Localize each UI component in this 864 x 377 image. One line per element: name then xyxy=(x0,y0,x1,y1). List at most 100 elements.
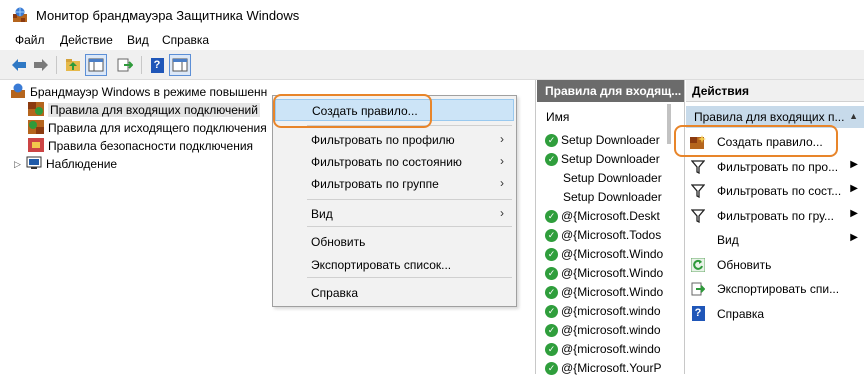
list-item[interactable]: Setup Downloader xyxy=(545,188,670,206)
list-item[interactable]: ✓ @{Microsoft.Todos xyxy=(545,226,670,244)
outbound-rules-icon xyxy=(28,119,44,137)
enabled-check-icon: ✓ xyxy=(545,323,558,337)
menu-separator xyxy=(307,277,512,278)
action-label: Фильтровать по гру... xyxy=(717,208,834,223)
inbound-rules-icon xyxy=(28,101,44,119)
action-export-list[interactable]: Экспортировать спи... xyxy=(690,280,860,298)
enabled-check-icon: ✓ xyxy=(545,247,558,261)
actions-title: Действия xyxy=(692,84,750,98)
list-pane-title: Правила для входящ... xyxy=(545,84,682,98)
submenu-arrow-icon: › xyxy=(500,206,504,220)
submenu-arrow-icon: › xyxy=(500,132,504,146)
tree-item-outbound-rules[interactable]: Правила для исходящего подключения xyxy=(28,119,267,137)
list-item[interactable]: ✓ Setup Downloader xyxy=(545,131,670,149)
toolbar-separator xyxy=(56,56,57,74)
forward-icon[interactable] xyxy=(30,54,52,76)
list-item-label: @{Microsoft.Windo xyxy=(561,266,664,280)
list-item-label: @{Microsoft.Deskt xyxy=(561,209,660,223)
list-item-label: @{Microsoft.Windo xyxy=(561,285,664,299)
show-hide-tree-icon[interactable] xyxy=(85,54,107,76)
list-item[interactable]: Setup Downloader xyxy=(545,169,670,187)
action-filter-state[interactable]: Фильтровать по сост... ▶ xyxy=(690,182,860,200)
action-refresh[interactable]: Обновить xyxy=(690,256,860,274)
up-folder-icon[interactable] xyxy=(62,54,84,76)
menu-item-label: Вид xyxy=(311,207,333,221)
tree-item-monitoring[interactable]: ▷ Наблюдение xyxy=(14,155,117,173)
action-view[interactable]: Вид ▶ xyxy=(690,231,860,249)
submenu-arrow-icon: ▶ xyxy=(850,207,858,219)
filter-icon xyxy=(690,159,706,175)
ctx-filter-group[interactable]: Фильтровать по группе › xyxy=(275,173,514,195)
export-icon[interactable] xyxy=(114,54,136,76)
list-item[interactable]: ✓ @{Microsoft.YourP xyxy=(545,359,670,377)
list-pane-header: Правила для входящ... xyxy=(537,80,684,102)
column-header-label: Имя xyxy=(546,110,570,124)
ctx-filter-state[interactable]: Фильтровать по состоянию › xyxy=(275,151,514,173)
menu-separator xyxy=(307,226,512,227)
list-item[interactable]: ✓ @{Microsoft.Deskt xyxy=(545,207,670,225)
tree-item-label: Наблюдение xyxy=(46,157,118,171)
menu-action[interactable]: Действие xyxy=(60,33,113,47)
action-filter-profile[interactable]: Фильтровать по про... ▶ xyxy=(690,158,860,176)
action-label: Экспортировать спи... xyxy=(717,282,840,296)
monitoring-icon xyxy=(26,156,42,173)
list-item-label: @{Microsoft.YourP xyxy=(561,361,662,375)
tree-item-connection-security[interactable]: Правила безопасности подключения xyxy=(28,137,253,155)
connection-security-icon xyxy=(28,137,44,155)
window-title: Монитор брандмауэра Защитника Windows xyxy=(36,8,300,23)
tree-item-label: Правила безопасности подключения xyxy=(48,139,254,153)
enabled-check-icon: ✓ xyxy=(545,285,558,299)
tree-item-label: Правила для исходящего подключения xyxy=(48,121,267,135)
list-item-label: @{Microsoft.Windo xyxy=(561,247,664,261)
highlight-outline xyxy=(674,125,838,157)
action-filter-group[interactable]: Фильтровать по гру... ▶ xyxy=(690,207,860,225)
action-pane-icon[interactable] xyxy=(169,54,191,76)
list-item[interactable]: ✓ @{Microsoft.Windo xyxy=(545,245,670,263)
menu-item-label: Фильтровать по профилю xyxy=(311,133,455,147)
help-icon[interactable]: ? xyxy=(146,54,168,76)
title-bar: Монитор брандмауэра Защитника Windows xyxy=(0,0,864,30)
enabled-check-icon: ✓ xyxy=(545,266,558,280)
menu-view[interactable]: Вид xyxy=(127,33,149,47)
list-item[interactable]: ✓ @{Microsoft.Windo xyxy=(545,283,670,301)
filter-icon xyxy=(690,208,706,224)
list-item-label: @{microsoft.windo xyxy=(561,304,661,318)
firewall-app-icon xyxy=(12,7,28,23)
list-item[interactable]: ✓ Setup Downloader xyxy=(545,150,670,168)
list-item[interactable]: ✓ @{microsoft.windo xyxy=(545,321,670,339)
ctx-refresh[interactable]: Обновить xyxy=(275,231,514,253)
enabled-check-icon: ✓ xyxy=(545,361,558,375)
help-icon: ? xyxy=(690,306,706,322)
tree-item-inbound-rules[interactable]: Правила для входящих подключений xyxy=(28,101,260,119)
list-item-label: @{microsoft.windo xyxy=(561,342,661,356)
list-item[interactable]: ✓ @{Microsoft.Windo xyxy=(545,264,670,282)
ctx-filter-profile[interactable]: Фильтровать по профилю › xyxy=(275,129,514,151)
ctx-export-list[interactable]: Экспортировать список... xyxy=(275,254,514,276)
submenu-arrow-icon: ▶ xyxy=(850,232,858,243)
back-icon[interactable] xyxy=(8,54,30,76)
action-label: Фильтровать по про... xyxy=(717,159,839,174)
list-item[interactable]: ✓ @{microsoft.windo xyxy=(545,340,670,358)
toolbar-separator xyxy=(141,56,142,74)
collapse-icon[interactable]: ▲ xyxy=(849,111,858,121)
list-item[interactable]: ✓ @{microsoft.windo xyxy=(545,302,670,320)
list-item-label: @{microsoft.windo xyxy=(561,323,661,337)
action-help[interactable]: ? Справка xyxy=(690,305,860,323)
toolbar: ? xyxy=(0,50,864,80)
column-header-name[interactable]: Имя xyxy=(537,108,667,126)
menu-item-label: Обновить xyxy=(311,235,366,249)
submenu-arrow-icon: ▶ xyxy=(850,183,858,194)
submenu-arrow-icon: › xyxy=(500,154,504,168)
menu-item-label: Фильтровать по группе xyxy=(311,177,439,191)
tree-root-label: Брандмауэр Windows в режиме повышенн xyxy=(30,85,268,99)
ctx-help[interactable]: Справка xyxy=(275,282,514,304)
action-label: Фильтровать по сост... xyxy=(717,184,842,198)
menu-help[interactable]: Справка xyxy=(162,33,209,47)
menu-file[interactable]: Файл xyxy=(15,33,45,47)
refresh-icon xyxy=(690,257,706,273)
tree-root[interactable]: Брандмауэр Windows в режиме повышенн xyxy=(10,83,267,101)
expand-arrow-icon[interactable]: ▷ xyxy=(14,159,26,170)
rules-list-pane: Правила для входящ... Имя ✓ Setup Downloa… xyxy=(537,80,685,377)
ctx-view[interactable]: Вид › xyxy=(275,203,514,225)
list-item-label: @{Microsoft.Todos xyxy=(561,228,662,242)
